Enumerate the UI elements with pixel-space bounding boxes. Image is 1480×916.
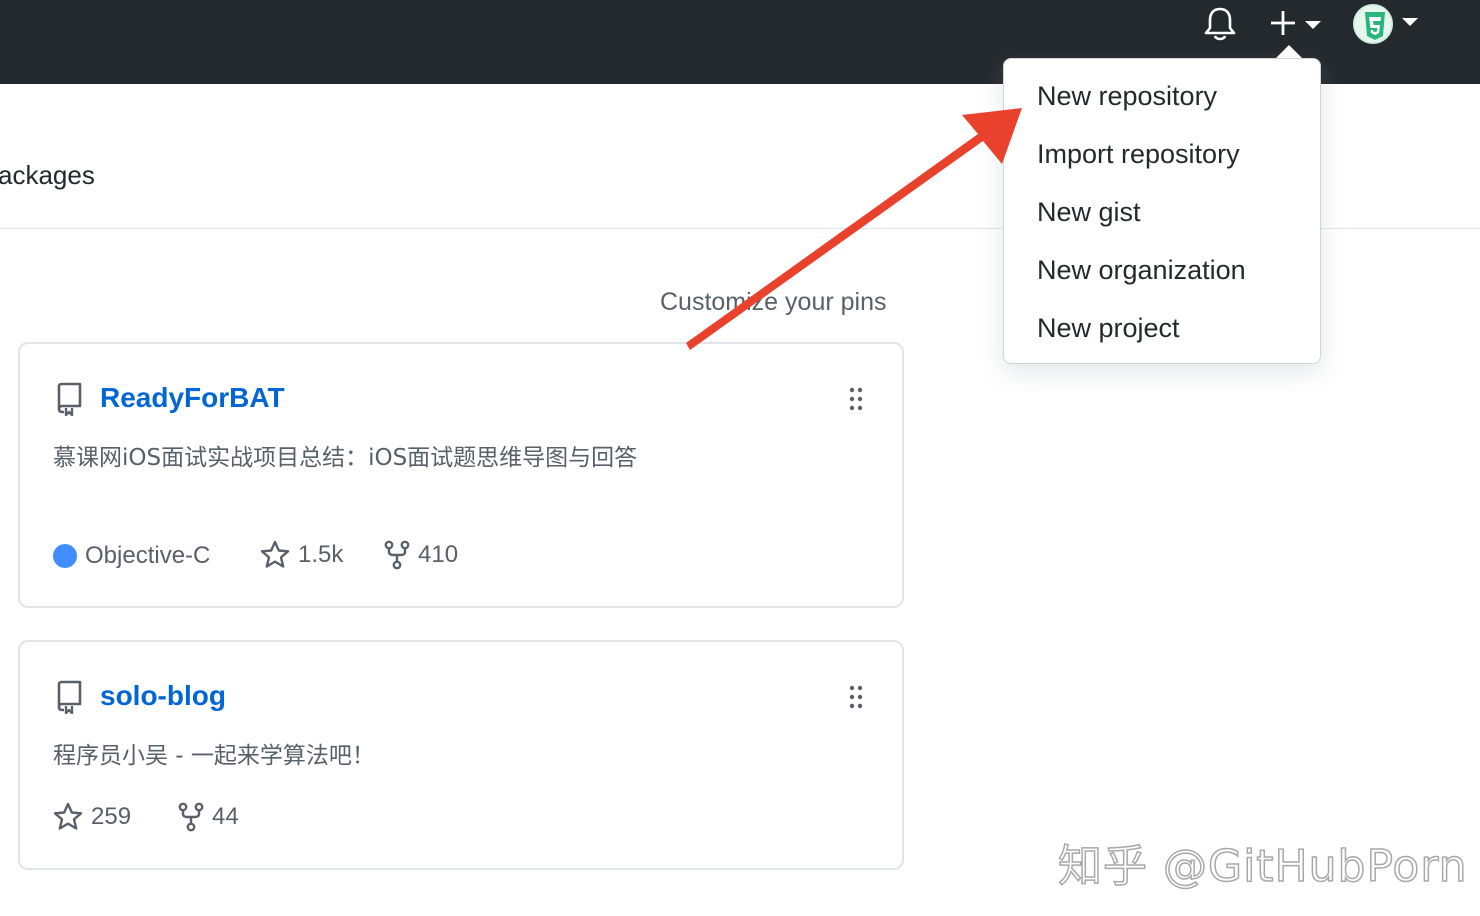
repo-icon xyxy=(57,382,82,416)
repo-name-link[interactable]: ReadyForBAT xyxy=(100,382,285,414)
avatar-dropdown-caret-icon[interactable] xyxy=(1402,18,1418,26)
star-icon xyxy=(53,802,83,830)
repo-forks-link[interactable]: 44 xyxy=(178,802,239,832)
create-dropdown-caret-icon[interactable] xyxy=(1305,21,1321,29)
repo-forks-link[interactable]: 410 xyxy=(384,540,458,570)
forks-count: 410 xyxy=(418,541,459,568)
menu-item-import-repository[interactable]: Import repository xyxy=(1037,139,1240,170)
stars-count: 1.5k xyxy=(298,541,344,568)
repo-name-link[interactable]: solo-blog xyxy=(100,680,226,712)
language-label: Objective-C xyxy=(85,542,211,569)
repo-stars-link[interactable]: 1.5k xyxy=(260,540,343,570)
menu-item-new-organization[interactable]: New organization xyxy=(1037,255,1246,286)
repo-language: Objective-C xyxy=(53,542,210,570)
menu-item-new-project[interactable]: New project xyxy=(1037,313,1180,344)
html5-avatar-icon xyxy=(1365,12,1385,40)
menu-item-new-gist[interactable]: New gist xyxy=(1037,197,1141,228)
pinned-repo-card: solo-blog 程序员小吴 - 一起来学算法吧！ 259 44 xyxy=(18,640,904,870)
plus-icon[interactable] xyxy=(1268,8,1298,38)
repo-description: 慕课网iOS面试实战项目总结：iOS面试题思维导图与回答 xyxy=(53,445,638,471)
forks-count: 44 xyxy=(212,803,239,830)
fork-icon xyxy=(384,540,410,570)
watermark: 知乎 @GitHubPorn xyxy=(1057,840,1468,893)
dropdown-pointer xyxy=(1275,45,1303,59)
pinned-repo-card: ReadyForBAT 慕课网iOS面试实战项目总结：iOS面试题思维导图与回答… xyxy=(18,342,904,608)
create-menu: New repository Import repository New gis… xyxy=(1003,58,1321,364)
drag-handle-icon[interactable] xyxy=(848,386,864,412)
fork-icon xyxy=(178,802,204,832)
drag-handle-icon[interactable] xyxy=(848,684,864,710)
repo-description: 程序员小吴 - 一起来学算法吧！ xyxy=(53,743,375,769)
star-icon xyxy=(260,540,290,568)
bell-icon[interactable] xyxy=(1203,6,1237,42)
repo-stars-link[interactable]: 259 xyxy=(53,802,131,832)
repo-icon xyxy=(57,680,82,714)
menu-item-new-repository[interactable]: New repository xyxy=(1037,81,1217,112)
avatar[interactable] xyxy=(1353,4,1393,44)
tab-packages[interactable]: ackages xyxy=(0,160,95,191)
customize-pins-link[interactable]: Customize your pins xyxy=(660,288,886,317)
language-color-dot xyxy=(53,544,77,568)
stars-count: 259 xyxy=(91,803,132,830)
